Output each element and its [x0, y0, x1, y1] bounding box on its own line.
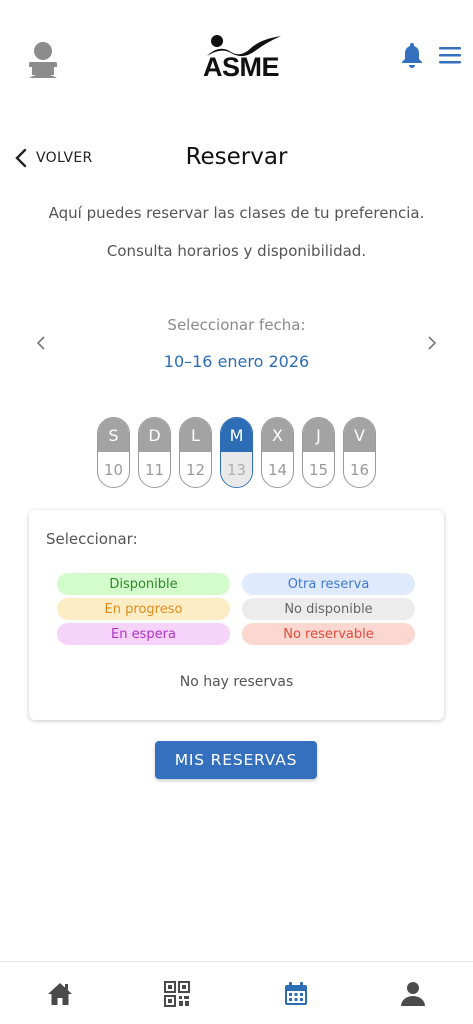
- day-pill-sun[interactable]: D 11: [138, 417, 171, 488]
- description-line-2: Consulta horarios y disponibilidad.: [106, 242, 367, 260]
- legend-disponible: Disponible: [57, 573, 230, 595]
- date-label: Seleccionar fecha:: [167, 316, 306, 334]
- bell-icon[interactable]: [400, 41, 424, 69]
- app-header: ASME: [0, 0, 473, 110]
- day-letter: V: [344, 418, 375, 452]
- day-number: 10: [103, 460, 124, 479]
- mis-reservas-button[interactable]: MIS RESERVAS: [155, 741, 317, 779]
- legend-no-reservable: No reservable: [242, 623, 415, 645]
- day-number: 15: [308, 460, 329, 479]
- card-title: Seleccionar:: [46, 530, 138, 548]
- user-silhouette-icon[interactable]: [26, 40, 60, 80]
- day-letter: D: [139, 418, 170, 452]
- reservations-card: Seleccionar: Disponible Otra reserva En …: [29, 510, 444, 720]
- qr-code-icon[interactable]: [163, 980, 191, 1008]
- day-pill-sat[interactable]: S 10: [97, 417, 130, 488]
- legend-en-espera: En espera: [57, 623, 230, 645]
- menu-icon[interactable]: [437, 44, 463, 66]
- chevron-left-icon: [15, 148, 27, 168]
- date-range: 10–16 enero 2026: [163, 352, 310, 371]
- logo-text: ASME: [202, 52, 280, 82]
- day-letter: J: [303, 418, 334, 452]
- legend-otra-reserva: Otra reserva: [242, 573, 415, 595]
- description-line-1: Aquí puedes reservar las clases de tu pr…: [48, 204, 425, 222]
- status-legend: Disponible Otra reserva En progreso No d…: [57, 573, 415, 645]
- day-pill-fri[interactable]: V 16: [343, 417, 376, 488]
- day-number: 13: [221, 452, 252, 487]
- home-icon[interactable]: [46, 980, 74, 1008]
- bottom-tab-bar: [0, 961, 473, 1024]
- day-pill-wed[interactable]: X 14: [261, 417, 294, 488]
- user-icon[interactable]: [399, 980, 427, 1008]
- asme-logo: ASME: [193, 34, 289, 82]
- day-pill-mon[interactable]: L 12: [179, 417, 212, 488]
- day-pill-tue[interactable]: M 13: [220, 417, 253, 488]
- legend-no-disponible: No disponible: [242, 598, 415, 620]
- back-button[interactable]: VOLVER: [14, 144, 93, 172]
- day-pill-thu[interactable]: J 15: [302, 417, 335, 488]
- day-number: 14: [267, 460, 288, 479]
- empty-state-text: No hay reservas: [179, 674, 294, 690]
- day-number: 12: [185, 460, 206, 479]
- day-letter: M: [221, 418, 252, 452]
- day-number: 16: [349, 460, 370, 479]
- calendar-icon[interactable]: [282, 980, 310, 1008]
- day-letter: S: [98, 418, 129, 452]
- legend-en-progreso: En progreso: [57, 598, 230, 620]
- prev-week-arrow-icon[interactable]: [31, 332, 51, 354]
- day-letter: X: [262, 418, 293, 452]
- back-label: VOLVER: [36, 150, 93, 166]
- day-selector: S 10 D 11 L 12 M 13 X 14 J 15 V 16: [97, 417, 376, 488]
- day-letter: L: [180, 418, 211, 452]
- next-week-arrow-icon[interactable]: [422, 332, 442, 354]
- day-number: 11: [144, 460, 165, 479]
